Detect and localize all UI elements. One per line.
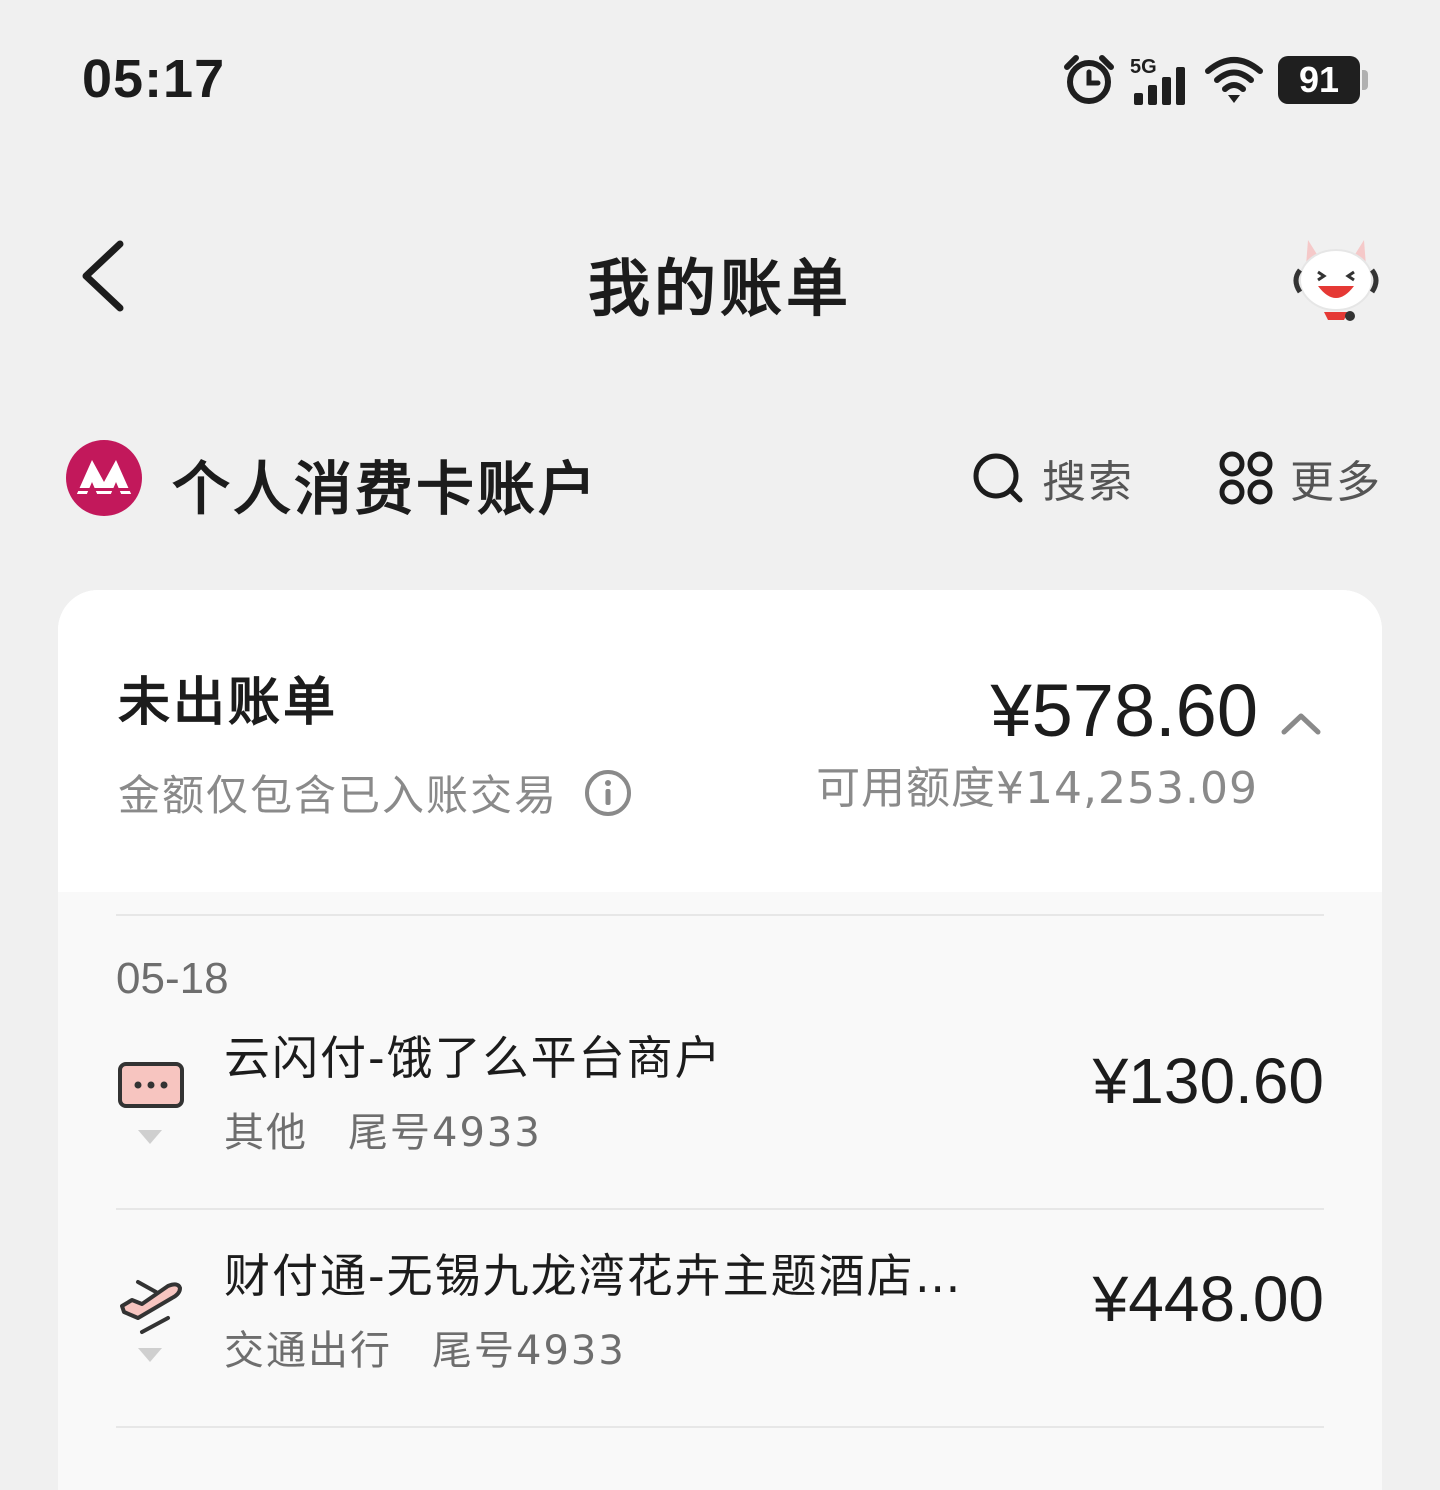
expand-caret-icon[interactable]: [136, 1346, 164, 1364]
unbilled-title: 未出账单: [118, 673, 339, 733]
alarm-icon: [1064, 55, 1114, 104]
transaction-card: 尾号4933: [348, 1110, 542, 1156]
transaction-card: 尾号4933: [432, 1328, 626, 1374]
status-bar: 05:17 5G 91: [0, 0, 1440, 160]
other-category-icon: [118, 1062, 184, 1108]
battery-icon: 91: [1278, 56, 1368, 104]
unbilled-note: 金额仅包含已入账交易: [118, 762, 632, 823]
transaction-merchant: 云闪付-饿了么平台商户: [224, 1031, 723, 1085]
more-button[interactable]: 更多: [1218, 446, 1382, 510]
date-group-label: 05-18: [116, 954, 229, 1003]
transaction-row[interactable]: 财付通-无锡九龙湾花卉主题酒店… 交通出行 尾号4933 ¥448.00: [58, 1240, 1382, 1440]
transaction-list: 05-18 云闪付-饿了么平台商户 其他 尾号4933 ¥130.60 财付通-…: [58, 892, 1382, 1490]
transaction-category: 交通出行: [224, 1328, 392, 1374]
more-grid-icon: [1219, 451, 1273, 505]
transaction-merchant: 财付通-无锡九龙湾花卉主题酒店…: [224, 1249, 963, 1303]
account-header: 个人消费卡账户 搜索 更多: [0, 430, 1440, 530]
transaction-meta: 交通出行 尾号4933: [224, 1318, 626, 1376]
divider: [116, 1208, 1324, 1210]
page-title: 我的账单: [587, 252, 852, 325]
search-label: 搜索: [1042, 457, 1134, 508]
divider: [116, 914, 1324, 916]
search-icon: [973, 453, 1023, 503]
status-icons: 5G 91: [1062, 52, 1368, 108]
divider: [116, 1426, 1324, 1428]
status-time: 05:17: [82, 49, 226, 109]
unbilled-summary[interactable]: 未出账单 金额仅包含已入账交易 ¥578.60 可用额度¥14,253.09: [58, 590, 1382, 892]
customer-service-mascot-icon: [1293, 240, 1379, 321]
transaction-row[interactable]: 云闪付-饿了么平台商户 其他 尾号4933 ¥130.60: [58, 1022, 1382, 1222]
search-button[interactable]: 搜索: [970, 446, 1134, 510]
transaction-category: 其他: [224, 1110, 308, 1156]
available-credit: 可用额度¥14,253.09: [816, 763, 1258, 814]
wifi-icon: [1205, 57, 1263, 103]
expand-caret-icon[interactable]: [136, 1128, 164, 1146]
signal-icon: 5G: [1130, 56, 1185, 105]
account-name: 个人消费卡账户: [172, 455, 600, 523]
airplane-icon: [120, 1280, 182, 1334]
unbilled-note-text: 金额仅包含已入账交易: [118, 771, 559, 820]
bank-logo-icon: [66, 440, 142, 516]
info-icon[interactable]: [584, 769, 632, 817]
transaction-amount: ¥448.00: [1092, 1263, 1324, 1335]
bill-card: 未出账单 金额仅包含已入账交易 ¥578.60 可用额度¥14,253.09 0…: [58, 590, 1382, 1490]
chevron-up-icon[interactable]: [1280, 708, 1322, 738]
transaction-amount: ¥130.60: [1092, 1045, 1324, 1117]
battery-level: 91: [1298, 59, 1340, 100]
transaction-meta: 其他 尾号4933: [224, 1100, 542, 1158]
more-label: 更多: [1290, 457, 1382, 508]
unbilled-amount: ¥578.60: [990, 669, 1259, 752]
nav-bar: 我的账单: [0, 200, 1440, 350]
customer-service-button[interactable]: [1288, 230, 1384, 322]
network-type-label: 5G: [1130, 56, 1157, 78]
